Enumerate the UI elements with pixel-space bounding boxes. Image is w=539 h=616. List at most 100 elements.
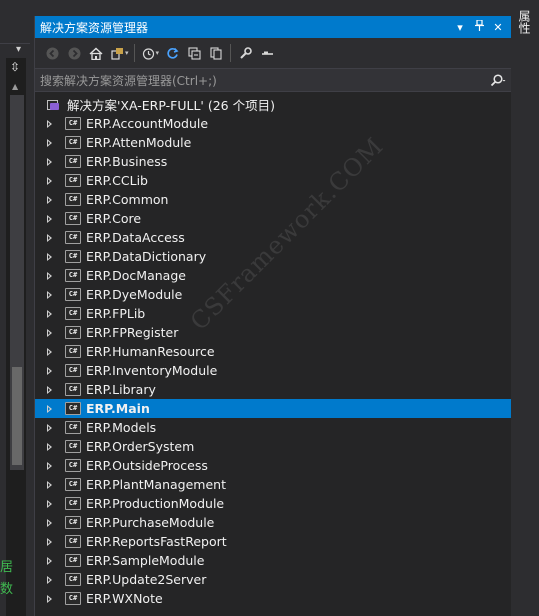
csharp-project-icon: C# [65,440,81,453]
expand-arrow-icon[interactable] [45,575,61,584]
project-node[interactable]: C# ERP.Update2Server [35,570,511,589]
csharp-project-icon: C# [65,421,81,434]
csharp-project-icon: C# [65,535,81,548]
toolbar-separator [133,44,135,62]
project-node[interactable]: C# ERP.Main [35,399,511,418]
split-handle-icon[interactable]: ⇳ [10,60,20,74]
expand-arrow-icon[interactable] [45,347,61,356]
project-node[interactable]: C# ERP.DataAccess [35,228,511,247]
project-node[interactable]: C# ERP.ReportsFastReport [35,532,511,551]
project-label: ERP.Models [86,420,157,435]
project-node[interactable]: C# ERP.OutsideProcess [35,456,511,475]
project-label: ERP.DocManage [86,268,186,283]
project-node[interactable]: C# ERP.CCLib [35,171,511,190]
csharp-project-icon: C# [65,326,81,339]
editor-scrollbar-thumb[interactable] [12,367,22,465]
project-node[interactable]: C# ERP.Common [35,190,511,209]
panel-titlebar[interactable]: 解决方案资源管理器 ▾ ✕ [35,16,511,38]
project-node[interactable]: C# ERP.WXNote [35,589,511,608]
project-label: ERP.ProductionModule [86,496,225,511]
show-all-files-icon[interactable] [205,42,227,64]
project-label: ERP.ReportsFastReport [86,534,227,549]
expand-arrow-icon[interactable] [45,556,61,565]
project-label: ERP.AttenModule [86,135,192,150]
project-label: ERP.FPLib [86,306,146,321]
project-label: ERP.CCLib [86,173,148,188]
project-label: ERP.Update2Server [86,572,207,587]
csharp-project-icon: C# [65,174,81,187]
csharp-project-icon: C# [65,136,81,149]
expand-arrow-icon[interactable] [45,480,61,489]
code-fragment: 数 [0,582,14,597]
expand-arrow-icon[interactable] [45,195,61,204]
expand-arrow-icon[interactable] [45,233,61,242]
expand-arrow-icon[interactable] [45,157,61,166]
expand-arrow-icon[interactable] [45,271,61,280]
solution-node[interactable]: 解决方案'XA-ERP-FULL' (26 个项目) [35,95,511,114]
expand-arrow-icon[interactable] [45,309,61,318]
project-node[interactable]: C# ERP.SampleModule [35,551,511,570]
project-node[interactable]: C# ERP.FPLib [35,304,511,323]
expand-arrow-icon[interactable] [45,252,61,261]
editor-tab-divider [0,43,30,44]
expand-arrow-icon[interactable] [45,214,61,223]
expand-arrow-icon[interactable] [45,461,61,470]
preview-icon[interactable] [256,42,278,64]
collapse-all-icon[interactable] [183,42,205,64]
expand-arrow-icon[interactable] [45,176,61,185]
expand-arrow-icon[interactable] [45,385,61,394]
csharp-project-icon: C# [65,307,81,320]
expand-arrow-icon[interactable] [45,290,61,299]
csharp-project-icon: C# [65,212,81,225]
expand-arrow-icon[interactable] [45,499,61,508]
project-label: ERP.Core [86,211,142,226]
project-node[interactable]: C# ERP.AccountModule [35,114,511,133]
pin-icon[interactable] [471,19,487,34]
project-node[interactable]: C# ERP.DocManage [35,266,511,285]
project-label: ERP.WXNote [86,591,163,606]
home-icon[interactable] [85,42,107,64]
project-node[interactable]: C# ERP.HumanResource [35,342,511,361]
expand-arrow-icon[interactable] [45,138,61,147]
expand-arrow-icon[interactable] [45,328,61,337]
project-label: ERP.DyeModule [86,287,183,302]
expand-arrow-icon[interactable] [45,442,61,451]
expand-arrow-icon[interactable] [45,518,61,527]
project-label: ERP.SampleModule [86,553,205,568]
expand-arrow-icon[interactable] [45,119,61,128]
properties-tab[interactable]: 属性 [517,10,533,34]
expand-arrow-icon[interactable] [45,423,61,432]
chevron-down-icon[interactable]: ▾ [16,44,21,55]
chevron-down-icon[interactable]: ▾ [156,49,160,57]
project-node[interactable]: C# ERP.DataDictionary [35,247,511,266]
search-box[interactable]: 搜索解决方案资源管理器(Ctrl+;) [35,68,511,92]
chevron-down-icon[interactable]: ▾ [125,49,129,57]
expand-arrow-icon[interactable] [45,537,61,546]
project-node[interactable]: C# ERP.InventoryModule [35,361,511,380]
project-node[interactable]: C# ERP.Library [35,380,511,399]
project-node[interactable]: C# ERP.OrderSystem [35,437,511,456]
project-node[interactable]: C# ERP.ProductionModule [35,494,511,513]
close-icon[interactable]: ✕ [490,21,506,34]
project-node[interactable]: C# ERP.Business [35,152,511,171]
forward-icon[interactable] [63,42,85,64]
expand-arrow-icon[interactable] [45,404,61,413]
project-node[interactable]: C# ERP.PurchaseModule [35,513,511,532]
project-label: ERP.PurchaseModule [86,515,215,530]
window-position-dropdown-icon[interactable]: ▾ [452,21,468,34]
expand-arrow-icon[interactable] [45,594,61,603]
project-node[interactable]: C# ERP.AttenModule [35,133,511,152]
project-node[interactable]: C# ERP.Models [35,418,511,437]
project-node[interactable]: C# ERP.FPRegister [35,323,511,342]
scroll-up-icon[interactable]: ▲ [12,82,18,91]
search-icon[interactable] [485,73,511,87]
project-node[interactable]: C# ERP.Core [35,209,511,228]
properties-icon[interactable] [234,42,256,64]
project-node[interactable]: C# ERP.PlantManagement [35,475,511,494]
expand-arrow-icon[interactable] [45,366,61,375]
search-input[interactable]: 搜索解决方案资源管理器(Ctrl+;) [40,72,485,89]
project-node[interactable]: C# ERP.DyeModule [35,285,511,304]
back-icon[interactable] [41,42,63,64]
csharp-project-icon: C# [65,155,81,168]
refresh-icon[interactable] [161,42,183,64]
